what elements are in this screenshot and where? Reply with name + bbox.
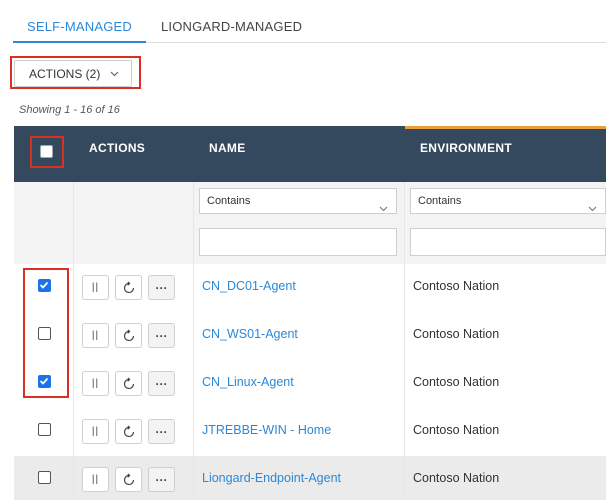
chevron-down-icon xyxy=(110,69,120,79)
table-row: || ··· CN_WS01-Agent Contoso Nation xyxy=(14,312,606,360)
environment-cell: Contoso Nation xyxy=(413,423,500,437)
refresh-icon xyxy=(123,376,134,389)
row-checkbox[interactable] xyxy=(38,423,51,436)
pause-button[interactable]: || xyxy=(82,323,109,348)
environment-cell: Contoso Nation xyxy=(413,471,500,485)
pause-icon: || xyxy=(91,426,100,437)
agent-name-link[interactable]: JTREBBE-WIN - Home xyxy=(202,423,331,437)
pause-button[interactable]: || xyxy=(82,275,109,300)
column-header-environment[interactable]: ENVIRONMENT xyxy=(420,126,512,182)
agent-name-link[interactable]: CN_WS01-Agent xyxy=(202,327,298,341)
column-divider xyxy=(193,182,194,500)
column-header-actions[interactable]: ACTIONS xyxy=(89,126,145,182)
more-button[interactable]: ··· xyxy=(148,467,175,492)
row-checkbox[interactable] xyxy=(38,375,51,388)
pause-button[interactable]: || xyxy=(82,419,109,444)
environment-cell: Contoso Nation xyxy=(413,279,500,293)
column-divider xyxy=(404,182,405,500)
more-button[interactable]: ··· xyxy=(148,323,175,348)
refresh-button[interactable] xyxy=(115,419,142,444)
refresh-button[interactable] xyxy=(115,371,142,396)
more-icon: ··· xyxy=(155,328,168,343)
select-all-checkbox[interactable] xyxy=(40,145,53,158)
name-filter-operator-label: Contains xyxy=(207,195,251,207)
pause-icon: || xyxy=(91,474,100,485)
tab-liongard-managed[interactable]: LIONGARD-MANAGED xyxy=(161,0,302,43)
showing-count: Showing 1 - 16 of 16 xyxy=(19,104,120,116)
actions-dropdown-label: ACTIONS (2) xyxy=(29,66,101,81)
chevron-down-icon xyxy=(588,197,597,221)
name-filter-input[interactable] xyxy=(199,228,397,256)
pause-button[interactable]: || xyxy=(82,467,109,492)
refresh-icon xyxy=(123,328,134,341)
table-row: || ··· CN_DC01-Agent Contoso Nation xyxy=(14,264,606,312)
table-row: || ··· JTREBBE-WIN - Home Contoso Nation xyxy=(14,408,606,456)
tab-bar: SELF-MANAGED LIONGARD-MANAGED xyxy=(13,0,606,43)
agent-name-link[interactable]: CN_DC01-Agent xyxy=(202,279,296,293)
refresh-icon xyxy=(123,424,134,437)
env-filter-operator-label: Contains xyxy=(418,195,462,207)
environment-cell: Contoso Nation xyxy=(413,375,500,389)
refresh-button[interactable] xyxy=(115,323,142,348)
pause-icon: || xyxy=(91,282,100,293)
tab-self-managed[interactable]: SELF-MANAGED xyxy=(13,0,146,43)
pause-icon: || xyxy=(91,378,100,389)
more-icon: ··· xyxy=(155,472,168,487)
refresh-button[interactable] xyxy=(115,467,142,492)
env-filter-operator[interactable]: Contains xyxy=(410,188,606,214)
checkmark-icon xyxy=(39,281,49,289)
agent-name-link[interactable]: CN_Linux-Agent xyxy=(202,375,294,389)
more-button[interactable]: ··· xyxy=(148,419,175,444)
pause-icon: || xyxy=(91,330,100,341)
more-icon: ··· xyxy=(155,424,168,439)
pause-button[interactable]: || xyxy=(82,371,109,396)
more-button[interactable]: ··· xyxy=(148,275,175,300)
row-checkbox[interactable] xyxy=(38,279,51,292)
column-divider xyxy=(73,182,74,500)
table-row: || ··· Liongard-Endpoint-Agent Contoso Nati… xyxy=(14,456,606,500)
environment-cell: Contoso Nation xyxy=(413,327,500,341)
filter-row: Contains Contains xyxy=(14,182,606,264)
more-button[interactable]: ··· xyxy=(148,371,175,396)
actions-dropdown[interactable]: ACTIONS (2) xyxy=(14,60,132,87)
more-icon: ··· xyxy=(155,280,168,295)
row-checkbox[interactable] xyxy=(38,471,51,484)
checkmark-icon xyxy=(39,377,49,385)
more-icon: ··· xyxy=(155,376,168,391)
row-checkbox[interactable] xyxy=(38,327,51,340)
chevron-down-icon xyxy=(379,197,388,221)
name-filter-operator[interactable]: Contains xyxy=(199,188,397,214)
env-filter-input[interactable] xyxy=(410,228,606,256)
table-header: ACTIONS NAME ENVIRONMENT xyxy=(14,126,606,182)
column-header-name[interactable]: NAME xyxy=(209,126,246,182)
table-row: || ··· CN_Linux-Agent Contoso Nation xyxy=(14,360,606,408)
refresh-icon xyxy=(123,472,134,485)
refresh-icon xyxy=(123,280,134,293)
agent-name-link[interactable]: Liongard-Endpoint-Agent xyxy=(202,471,341,485)
refresh-button[interactable] xyxy=(115,275,142,300)
